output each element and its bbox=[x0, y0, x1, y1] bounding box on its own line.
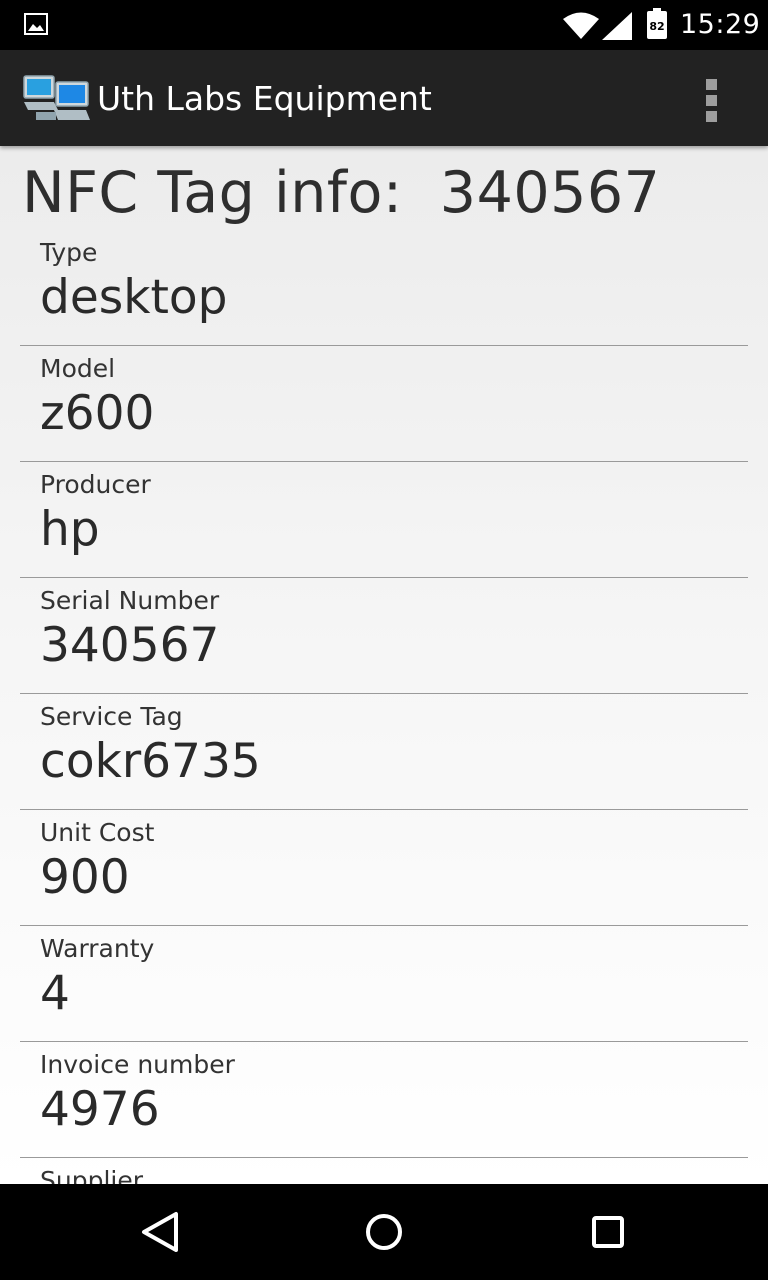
battery-icon: 82 bbox=[647, 8, 667, 39]
field-label: Supplier bbox=[40, 1166, 144, 1184]
status-bar: 82 15:29 bbox=[0, 0, 768, 50]
computers-icon bbox=[23, 75, 90, 120]
screen: 82 15:29 Uth Labs Equipment NFC Tag info… bbox=[0, 0, 768, 1280]
field-model: Model z600 bbox=[20, 346, 748, 462]
field-value: cokr6735 bbox=[40, 734, 261, 789]
field-value: 900 bbox=[40, 850, 130, 905]
field-label: Model bbox=[40, 354, 116, 383]
overflow-menu-icon[interactable] bbox=[690, 74, 734, 124]
field-invoice-number: Invoice number 4976 bbox=[20, 1042, 748, 1158]
field-label: Invoice number bbox=[40, 1050, 235, 1079]
recents-icon[interactable] bbox=[580, 1206, 636, 1258]
content-area[interactable]: NFC Tag info: 340567 Type desktop Model … bbox=[0, 146, 768, 1184]
field-label: Type bbox=[40, 238, 98, 267]
field-value: 4976 bbox=[40, 1082, 160, 1137]
field-value: 4 bbox=[40, 966, 70, 1021]
wifi-icon bbox=[563, 12, 599, 39]
field-unit-cost: Unit Cost 900 bbox=[20, 810, 748, 926]
field-type: Type desktop bbox=[20, 230, 748, 346]
navigation-bar bbox=[0, 1184, 768, 1280]
field-value: hp bbox=[40, 502, 100, 557]
app-title: Uth Labs Equipment bbox=[97, 79, 432, 118]
back-icon[interactable] bbox=[132, 1206, 188, 1258]
gallery-icon bbox=[24, 13, 48, 35]
field-service-tag: Service Tag cokr6735 bbox=[20, 694, 748, 810]
field-producer: Producer hp bbox=[20, 462, 748, 578]
page-title: NFC Tag info: 340567 bbox=[22, 160, 661, 226]
field-supplier: Supplier bbox=[20, 1158, 748, 1184]
battery-level: 82 bbox=[649, 20, 664, 33]
action-bar: Uth Labs Equipment bbox=[0, 50, 768, 146]
home-icon[interactable] bbox=[356, 1206, 412, 1258]
field-value: z600 bbox=[40, 386, 155, 441]
field-value: 340567 bbox=[40, 618, 220, 673]
field-warranty: Warranty 4 bbox=[20, 926, 748, 1042]
signal-icon bbox=[602, 12, 632, 40]
field-label: Serial Number bbox=[40, 586, 220, 615]
status-time: 15:29 bbox=[680, 9, 761, 40]
field-serial-number: Serial Number 340567 bbox=[20, 578, 748, 694]
field-value: desktop bbox=[40, 270, 228, 325]
field-label: Warranty bbox=[40, 934, 155, 963]
field-label: Unit Cost bbox=[40, 818, 155, 847]
field-label: Producer bbox=[40, 470, 151, 499]
field-label: Service Tag bbox=[40, 702, 183, 731]
